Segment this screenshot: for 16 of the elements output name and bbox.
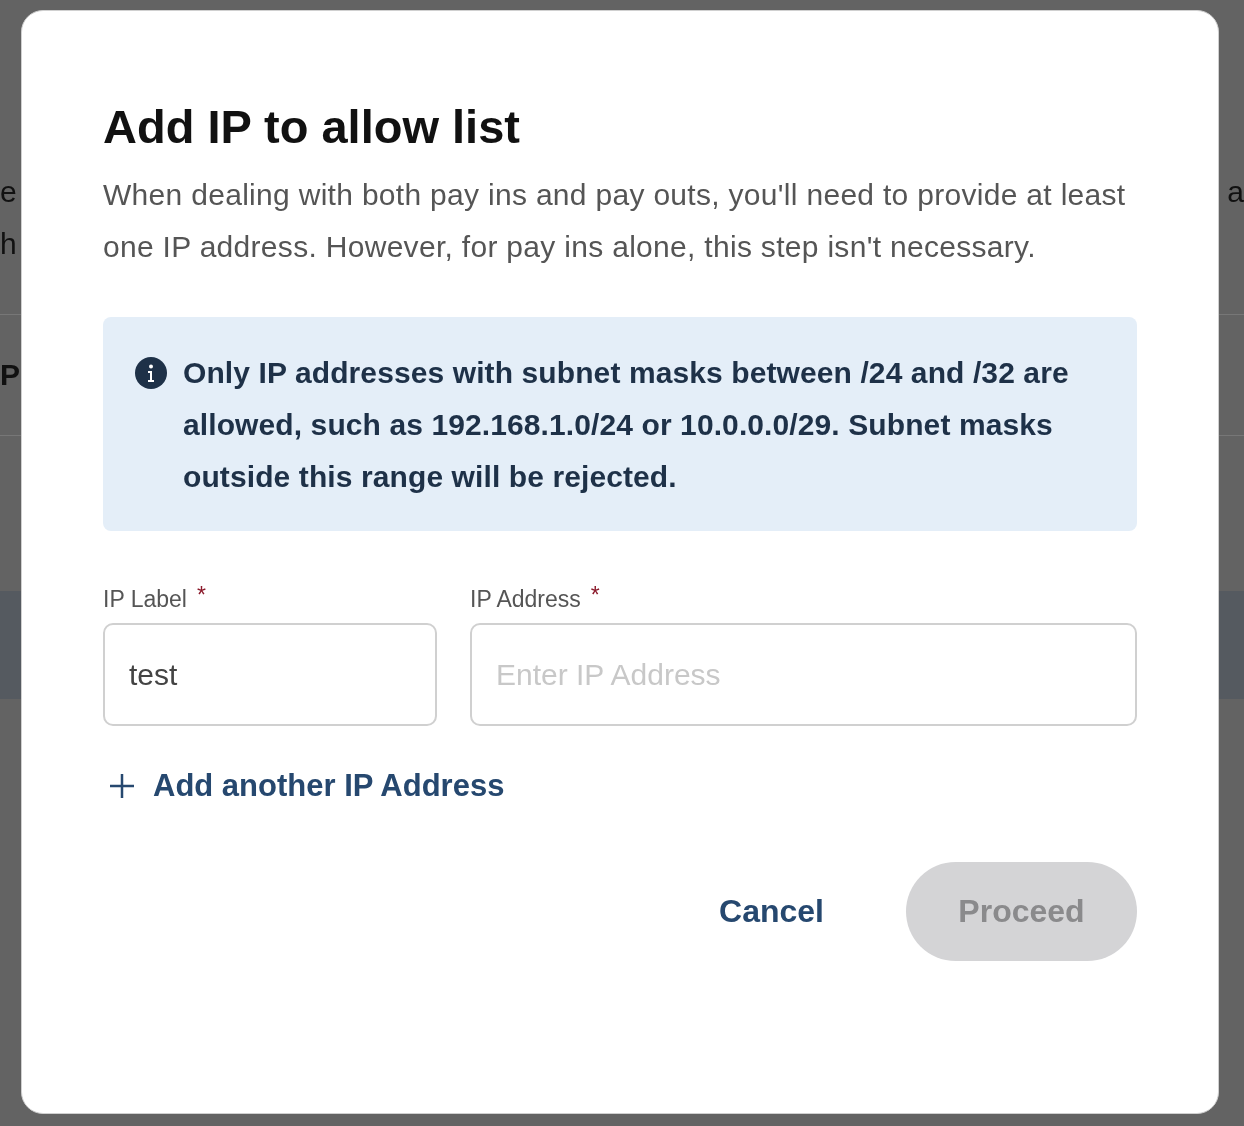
background-text: P — [0, 360, 20, 390]
cancel-button[interactable]: Cancel — [719, 885, 824, 938]
field-label: IP Label — [103, 585, 187, 614]
required-icon: * — [590, 583, 600, 607]
notice-text: Only IP addresses with subnet masks between /24 and /32 are allowed, such as 192.168.1.0/24 or 10.0.0.0/29. Subnet masks outside this range will be rejected. — [183, 355, 1070, 495]
add-ip-link[interactable]: Add another IP Address — [103, 768, 505, 804]
info-icon — [135, 357, 167, 389]
background-text: h — [0, 229, 17, 259]
plus-icon — [109, 773, 135, 799]
background-text: a — [1227, 177, 1244, 207]
dialog-description: When dealing with both pay ins and pay outs, you'll need to provide at least one IP address. However, for pay ins alone, this step isn't necessary. — [103, 177, 1127, 265]
field-label: IP Address — [470, 585, 581, 614]
dialog-title: Add IP to allow list — [103, 99, 521, 155]
required-icon: * — [197, 583, 206, 607]
background-text: e — [0, 177, 17, 207]
input-field[interactable]: test — [103, 623, 437, 726]
